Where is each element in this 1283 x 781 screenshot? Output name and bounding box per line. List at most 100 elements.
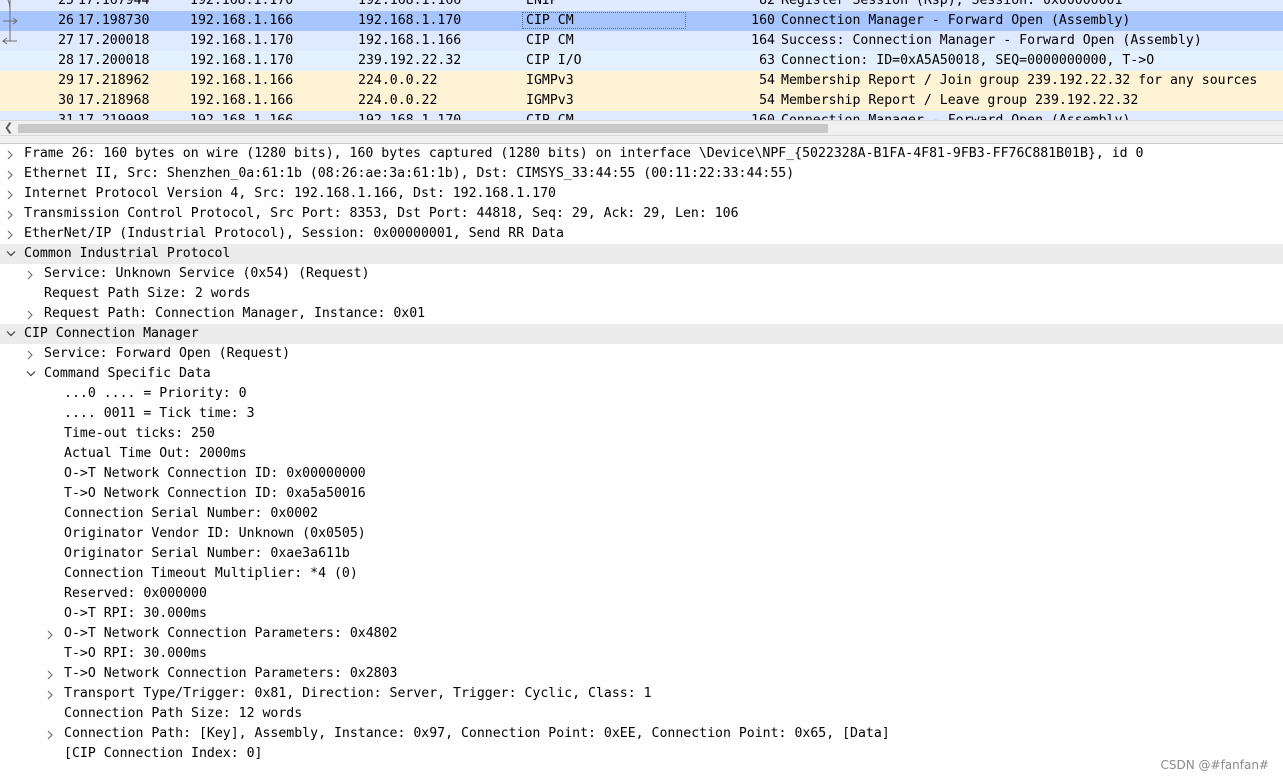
detail-item-label: Connection Path: [Key], Assembly, Instan… bbox=[64, 726, 890, 741]
scrollbar-thumb[interactable] bbox=[18, 124, 828, 133]
detail-tree-item[interactable]: EtherNet/IP (Industrial Protocol), Sessi… bbox=[0, 224, 1283, 244]
packet-source: 192.168.1.166 bbox=[190, 73, 294, 88]
detail-tree-item[interactable]: O->T Network Connection Parameters: 0x48… bbox=[0, 624, 1283, 644]
chevron-down-icon[interactable] bbox=[6, 324, 18, 344]
detail-tree-item[interactable]: .... 0011 = Tick time: 3 bbox=[0, 404, 1283, 424]
detail-tree-item[interactable]: Originator Vendor ID: Unknown (0x0505) bbox=[0, 524, 1283, 544]
detail-tree-item[interactable]: Request Path Size: 2 words bbox=[0, 284, 1283, 304]
packet-destination: 192.168.1.170 bbox=[358, 13, 462, 28]
chevron-right-icon[interactable] bbox=[46, 684, 58, 704]
packet-destination: 224.0.0.22 bbox=[358, 93, 438, 108]
chevron-right-icon[interactable] bbox=[6, 184, 18, 204]
chevron-right-icon[interactable] bbox=[46, 624, 58, 644]
detail-tree-item[interactable]: Reserved: 0x000000 bbox=[0, 584, 1283, 604]
packet-info: Connection: ID=0xA5A50018, SEQ=000000000… bbox=[781, 53, 1155, 68]
focused-cell-outline bbox=[522, 12, 686, 29]
detail-tree-item[interactable]: Transmission Control Protocol, Src Port:… bbox=[0, 204, 1283, 224]
detail-tree-item[interactable]: Frame 26: 160 bytes on wire (1280 bits),… bbox=[0, 144, 1283, 164]
detail-tree-item[interactable]: Connection Serial Number: 0x0002 bbox=[0, 504, 1283, 524]
packet-list-horizontal-scrollbar[interactable]: ❮ bbox=[0, 120, 1283, 136]
packet-length: 160 bbox=[722, 111, 775, 120]
detail-item-label: Connection Serial Number: 0x0002 bbox=[64, 506, 319, 521]
detail-item-label: Originator Serial Number: 0xae3a611b bbox=[64, 546, 350, 561]
detail-tree-item[interactable]: Internet Protocol Version 4, Src: 192.16… bbox=[0, 184, 1283, 204]
packet-info: Connection Manager - Forward Open (Assem… bbox=[781, 111, 1130, 120]
detail-item-label: O->T Network Connection ID: 0x00000000 bbox=[64, 466, 366, 481]
packet-time: 17.198730 bbox=[78, 13, 150, 28]
detail-item-label: Ethernet II, Src: Shenzhen_0a:61:1b (08:… bbox=[24, 166, 795, 181]
packet-length: 164 bbox=[751, 33, 775, 48]
packet-list[interactable]: 25 17.167944 192.168.1.170 192.168.1.166 ENI… bbox=[0, 0, 1283, 120]
detail-tree-item[interactable]: O->T RPI: 30.000ms bbox=[0, 604, 1283, 624]
packet-row[interactable]: 28 17.200018 192.168.1.170 239.192.22.32 CIP… bbox=[0, 51, 1283, 71]
detail-item-label: Command Specific Data bbox=[44, 366, 211, 381]
detail-tree-item[interactable]: CIP Connection Manager bbox=[0, 324, 1283, 344]
packet-protocol: IGMPv3 bbox=[526, 93, 574, 108]
detail-tree-item[interactable]: Transport Type/Trigger: 0x81, Direction:… bbox=[0, 684, 1283, 704]
packet-row[interactable]: 26 17.198730 192.168.1.166 192.168.1.170 CIP… bbox=[0, 11, 1283, 31]
detail-item-label: Reserved: 0x000000 bbox=[64, 586, 207, 601]
chevron-right-icon[interactable] bbox=[6, 144, 18, 164]
detail-tree-item[interactable]: Time-out ticks: 250 bbox=[0, 424, 1283, 444]
detail-tree-item[interactable]: Originator Serial Number: 0xae3a611b bbox=[0, 544, 1283, 564]
detail-tree-item[interactable]: Actual Time Out: 2000ms bbox=[0, 444, 1283, 464]
detail-tree-item[interactable]: T->O Network Connection Parameters: 0x28… bbox=[0, 664, 1283, 684]
packet-source: 192.168.1.170 bbox=[190, 53, 294, 68]
chevron-right-icon[interactable] bbox=[6, 224, 18, 244]
packet-row[interactable]: 27 17.200018 192.168.1.170 192.168.1.166 CIP… bbox=[0, 31, 1283, 51]
detail-tree-item[interactable]: Request Path: Connection Manager, Instan… bbox=[0, 304, 1283, 324]
packet-details-tree[interactable]: Frame 26: 160 bytes on wire (1280 bits),… bbox=[0, 144, 1283, 781]
packet-protocol: CIP CM bbox=[526, 33, 574, 48]
chevron-right-icon[interactable] bbox=[6, 204, 18, 224]
response-arrow-icon bbox=[0, 31, 20, 51]
packet-source: 192.168.1.166 bbox=[190, 111, 293, 120]
packet-row[interactable]: 31 17.219998 192.168.1.166 192.168.1.170 CIP… bbox=[0, 111, 1283, 120]
row-gutter bbox=[0, 111, 20, 120]
detail-tree-item[interactable]: T->O Network Connection ID: 0xa5a50016 bbox=[0, 484, 1283, 504]
detail-tree-item[interactable]: O->T Network Connection ID: 0x00000000 bbox=[0, 464, 1283, 484]
detail-item-label: O->T RPI: 30.000ms bbox=[64, 606, 207, 621]
packet-number: 30 bbox=[58, 93, 74, 108]
packet-protocol: CIP I/O bbox=[526, 53, 582, 68]
request-arrow-icon bbox=[0, 11, 20, 31]
detail-tree-item[interactable]: Connection Path Size: 12 words bbox=[0, 704, 1283, 724]
chevron-right-icon[interactable] bbox=[26, 264, 38, 284]
detail-tree-item[interactable]: ...0 .... = Priority: 0 bbox=[0, 384, 1283, 404]
chevron-right-icon[interactable] bbox=[6, 164, 18, 184]
detail-tree-item[interactable]: T->O RPI: 30.000ms bbox=[0, 644, 1283, 664]
detail-tree-item[interactable]: Connection Path: [Key], Assembly, Instan… bbox=[0, 724, 1283, 744]
packet-row[interactable]: 29 17.218962 192.168.1.166 224.0.0.22 IGMPv3… bbox=[0, 71, 1283, 91]
packet-row[interactable]: 25 17.167944 192.168.1.170 192.168.1.166 ENI… bbox=[0, 0, 1283, 11]
watermark: CSDN @#fanfan# bbox=[1160, 758, 1269, 772]
packet-length: 160 bbox=[751, 13, 775, 28]
packet-length: 63 bbox=[759, 53, 775, 68]
packet-info: Success: Connection Manager - Forward Op… bbox=[781, 33, 1202, 48]
packet-source: 192.168.1.170 bbox=[190, 0, 294, 8]
packet-destination: 192.168.1.166 bbox=[358, 0, 462, 8]
chevron-right-icon[interactable] bbox=[26, 304, 38, 324]
detail-tree-item[interactable]: Common Industrial Protocol bbox=[0, 244, 1283, 264]
detail-item-label: Transmission Control Protocol, Src Port:… bbox=[24, 206, 739, 221]
chevron-right-icon[interactable] bbox=[26, 344, 38, 364]
chevron-down-icon[interactable] bbox=[26, 364, 38, 384]
chevron-right-icon[interactable] bbox=[46, 664, 58, 684]
packet-row[interactable]: 30 17.218968 192.168.1.166 224.0.0.22 IGMPv3… bbox=[0, 91, 1283, 111]
detail-tree-item[interactable]: Ethernet II, Src: Shenzhen_0a:61:1b (08:… bbox=[0, 164, 1283, 184]
detail-tree-item[interactable]: Connection Timeout Multiplier: *4 (0) bbox=[0, 564, 1283, 584]
packet-destination: 192.168.1.170 bbox=[358, 111, 461, 120]
chevron-right-icon[interactable] bbox=[46, 724, 58, 744]
detail-tree-item[interactable]: [CIP Connection Index: 0] bbox=[0, 744, 1283, 764]
detail-item-label: Actual Time Out: 2000ms bbox=[64, 446, 247, 461]
scroll-left-arrow-icon[interactable]: ❮ bbox=[4, 121, 13, 135]
packet-source: 192.168.1.170 bbox=[190, 33, 294, 48]
detail-tree-item[interactable]: Command Specific Data bbox=[0, 364, 1283, 384]
pane-splitter[interactable] bbox=[0, 136, 1283, 144]
packet-number: 29 bbox=[58, 73, 74, 88]
chevron-down-icon[interactable] bbox=[6, 244, 18, 264]
row-gutter bbox=[0, 91, 20, 111]
packet-time: 17.218962 bbox=[78, 73, 150, 88]
detail-tree-item[interactable]: Service: Unknown Service (0x54) (Request… bbox=[0, 264, 1283, 284]
row-gutter bbox=[0, 71, 20, 91]
detail-item-label: Common Industrial Protocol bbox=[24, 246, 231, 261]
detail-tree-item[interactable]: Service: Forward Open (Request) bbox=[0, 344, 1283, 364]
